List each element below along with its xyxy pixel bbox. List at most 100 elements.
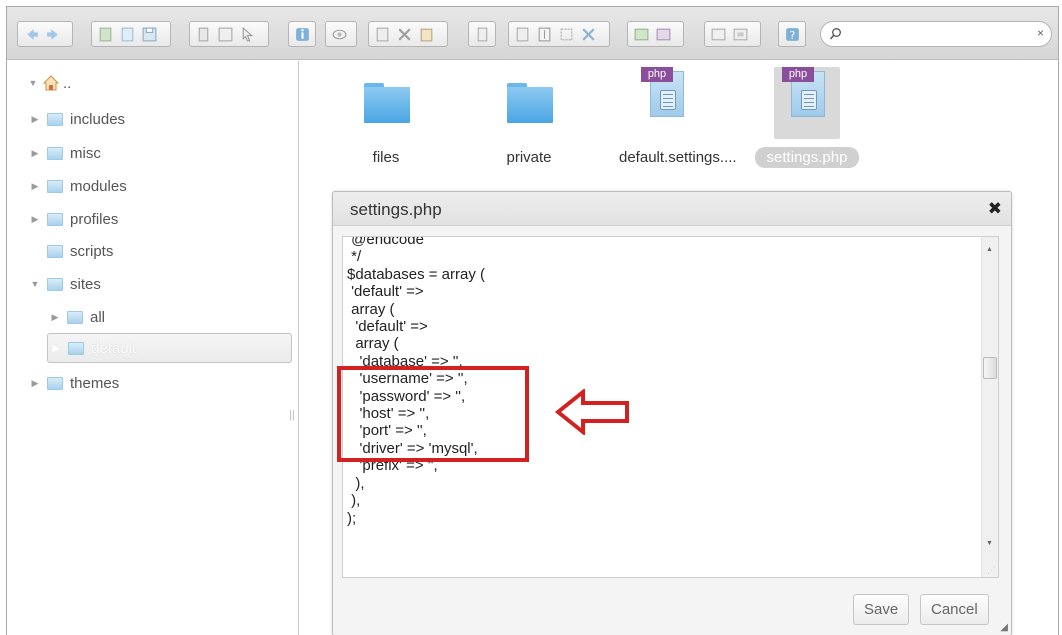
- file-item-label: files: [372, 149, 400, 166]
- edit-group: [368, 21, 448, 47]
- tree-root-label: ..: [63, 74, 72, 92]
- tree-item-label: includes: [70, 110, 126, 128]
- file-group: [91, 21, 171, 47]
- dialog-title: settings.php: [350, 200, 442, 219]
- scroll-down-icon[interactable]: ▼: [986, 540, 993, 547]
- paste-icon[interactable]: [415, 23, 437, 45]
- tree-item-scripts[interactable]: scripts: [29, 239, 113, 263]
- close-icon[interactable]: ✖: [988, 199, 1002, 219]
- save-icon[interactable]: [138, 23, 160, 45]
- dialog-resize-icon[interactable]: ◢: [1000, 622, 1008, 633]
- grid-view-icon[interactable]: [707, 23, 729, 45]
- search-box[interactable]: ×: [820, 21, 1052, 47]
- info-group: [288, 21, 316, 47]
- expand-arrow-icon[interactable]: ▼: [27, 78, 39, 88]
- tree-item-themes[interactable]: ▶ themes: [29, 371, 120, 395]
- folder-icon: [353, 67, 419, 139]
- sidebar-resize-handle[interactable]: ||: [289, 409, 295, 421]
- annotation-arrow-icon: [555, 389, 629, 435]
- tree-item-label: sites: [70, 275, 101, 293]
- clear-search-icon[interactable]: ×: [1037, 26, 1044, 40]
- file-item-private[interactable]: private: [470, 67, 588, 168]
- icons-view-icon[interactable]: [729, 23, 751, 45]
- clipboard-group: [189, 21, 269, 47]
- tree-root[interactable]: ▼ ..: [27, 71, 72, 95]
- archive-icon[interactable]: [630, 23, 652, 45]
- tree-item-modules[interactable]: ▶ modules: [29, 174, 127, 198]
- php-badge: php: [782, 67, 814, 82]
- search-input[interactable]: [847, 25, 1027, 43]
- delete-icon[interactable]: [471, 23, 493, 45]
- forward-icon[interactable]: [42, 23, 64, 45]
- tree-item-label: themes: [70, 374, 120, 392]
- crop-icon[interactable]: [555, 23, 577, 45]
- expand-arrow-icon[interactable]: ▶: [29, 378, 41, 389]
- copy-icon[interactable]: [116, 23, 138, 45]
- svg-text:?: ?: [789, 28, 795, 41]
- folder-icon: [47, 146, 63, 160]
- folder-icon: [47, 376, 63, 390]
- file-item-default-settings[interactable]: php default.settings....: [607, 67, 737, 168]
- tree-item-label: profiles: [70, 210, 119, 228]
- file-item-settings-php[interactable]: php settings.php: [748, 67, 866, 168]
- reload-icon[interactable]: [94, 23, 116, 45]
- file-manager-window: ? × ▼ .. ▶ includes ▶ misc ▶ modules ▶ p…: [6, 6, 1059, 635]
- tree-item-sites[interactable]: ▼ sites: [29, 272, 101, 296]
- expand-arrow-icon[interactable]: ▶: [29, 114, 41, 125]
- help-icon[interactable]: ?: [781, 23, 803, 45]
- folder-icon: [47, 244, 63, 258]
- textarea-resize-icon[interactable]: ⋰: [987, 565, 996, 576]
- folder-icon: [47, 212, 63, 226]
- php-file-icon: php: [633, 67, 699, 139]
- info-icon[interactable]: [291, 23, 313, 45]
- expand-arrow-icon[interactable]: ▶: [29, 148, 41, 159]
- rename-icon[interactable]: [533, 23, 555, 45]
- file-item-label: private: [506, 149, 552, 166]
- edit-icon[interactable]: [511, 23, 533, 45]
- help-group: ?: [778, 21, 806, 47]
- dialog-header[interactable]: settings.php ✖: [333, 192, 1011, 226]
- scrollbar[interactable]: ▲ ▼: [981, 237, 998, 577]
- cut-icon[interactable]: [393, 23, 415, 45]
- scroll-thumb[interactable]: [983, 357, 997, 379]
- folder-icon: [47, 179, 63, 193]
- php-file-icon: php: [774, 67, 840, 139]
- save-button[interactable]: Save: [853, 594, 910, 625]
- tree-item-default[interactable]: ▶ default: [47, 333, 292, 363]
- tree-item-label: all: [90, 308, 106, 326]
- tree-item-includes[interactable]: ▶ includes: [29, 107, 126, 131]
- list-view-icon[interactable]: [652, 23, 674, 45]
- duplicate-icon[interactable]: [371, 23, 393, 45]
- file-item-label: default.settings....: [619, 149, 737, 166]
- scroll-up-icon[interactable]: ▲: [986, 246, 993, 253]
- folder-icon: [68, 341, 84, 355]
- home-icon: [42, 75, 60, 91]
- view-group: [704, 21, 761, 47]
- modify-group: [508, 21, 610, 47]
- php-badge: php: [641, 67, 673, 82]
- toolbar: ? ×: [7, 7, 1058, 60]
- tree-item-all[interactable]: ▶ all: [49, 305, 105, 329]
- extract-icon[interactable]: [577, 23, 599, 45]
- tree-item-label: modules: [70, 177, 127, 195]
- tree-item-profiles[interactable]: ▶ profiles: [29, 207, 119, 231]
- expand-arrow-icon[interactable]: ▶: [49, 312, 61, 323]
- tree-item-misc[interactable]: ▶ misc: [29, 141, 101, 165]
- file-item-files[interactable]: files: [327, 67, 445, 168]
- download-icon[interactable]: [192, 23, 214, 45]
- back-icon[interactable]: [20, 23, 42, 45]
- tree-item-label: misc: [70, 144, 101, 162]
- collapse-arrow-icon[interactable]: ▼: [29, 279, 41, 289]
- expand-arrow-icon[interactable]: ▶: [29, 181, 41, 192]
- folder-tree: ▼ .. ▶ includes ▶ misc ▶ modules ▶ profi…: [7, 61, 299, 635]
- cancel-button[interactable]: Cancel: [920, 594, 989, 625]
- search-icon: [829, 28, 841, 40]
- expand-arrow-icon[interactable]: ▶: [29, 214, 41, 225]
- preview-icon[interactable]: [328, 23, 350, 45]
- tree-item-label: default: [91, 339, 137, 357]
- expand-arrow-icon[interactable]: ▶: [50, 343, 62, 354]
- upload-icon[interactable]: [214, 23, 236, 45]
- folder-icon: [47, 277, 63, 291]
- folder-icon: [47, 112, 63, 126]
- select-icon[interactable]: [236, 23, 258, 45]
